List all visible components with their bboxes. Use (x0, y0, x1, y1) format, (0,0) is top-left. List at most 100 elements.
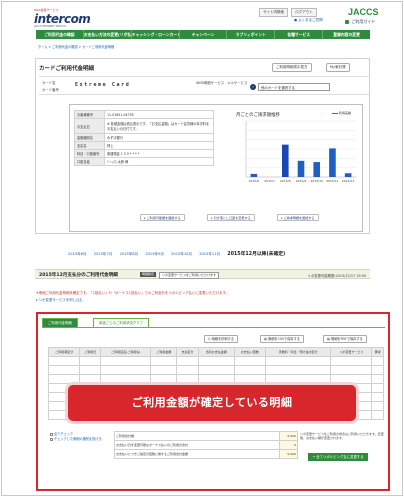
card-name-value: Extreme Card (75, 82, 131, 88)
usage-guide-label: ご利用ガイド (351, 19, 376, 24)
chart-legend: 利用実績 (332, 111, 351, 115)
billing-detail-button[interactable]: ご請求明細を確認する (277, 214, 319, 221)
info-value: 11-01651-04795 (104, 110, 214, 119)
month-tab[interactable]: 2015年11月 (199, 252, 220, 256)
total-label: ご利用合計額 (114, 431, 280, 441)
nav-item-services[interactable]: 各種サービス (275, 30, 324, 39)
tab-statement[interactable]: ご利用代金明細 (42, 318, 78, 327)
info-key: お支払日 (74, 118, 105, 134)
header-buttons: サイト内検索 ログアウト (259, 8, 319, 17)
info-key: 支店名 (74, 141, 105, 150)
month-tab[interactable]: 2015年8月 (120, 252, 139, 256)
faq-link[interactable]: ● よくあるご質問 (294, 18, 323, 23)
intercom-logo[interactable]: Web会員サービス intercom JACCS INTERNET SERVIC… (34, 8, 91, 28)
month-tab[interactable]: 2015年7月 (94, 252, 113, 256)
household-book-button[interactable]: My家計簿 (326, 63, 350, 72)
notify-checked-link[interactable]: チェックした明細の通知を投げる (50, 437, 102, 442)
nav-item-billing[interactable]: ご利用代金の確認 (36, 30, 84, 39)
x-tick-label: 2015/8 (280, 179, 291, 183)
x-tick-label: 2015/9 (296, 179, 307, 183)
change-all-revolving-button[interactable]: → 全てリボルビング払に変更する (308, 453, 368, 461)
total-value: 5,000 (279, 431, 298, 441)
info-value: ｼﾞｬｯｸｽ 太郎 様 (104, 157, 214, 166)
total-value: 0 (279, 440, 298, 450)
arrow-right-icon: › (250, 84, 256, 90)
column-header: ご利用店名(ご利用先) (100, 347, 152, 357)
total-value: 5,000 (279, 449, 298, 459)
checkbox-icon (50, 437, 53, 441)
status-badge: 明細確定 (140, 272, 157, 277)
info-key: 口座名義 (74, 157, 105, 166)
revolving-note: リボ変更サービスをご利用の場合はご利用いただきます。変更後、お支払い額が変更され… (300, 432, 384, 440)
revolving-apply-link[interactable]: ▸ リボ変更サービスを申し込む (36, 297, 83, 302)
print-statement-label: 明細を印刷する (211, 337, 234, 341)
csv-save-button[interactable]: ▤ 明細をCSVで保存する (260, 335, 304, 343)
chart-bar (329, 148, 336, 177)
print-statement-button[interactable]: ⎙ 明細を印刷する (204, 335, 238, 343)
statement-panel: カードご利用代金明細 ご利用明細書の見方 My家計簿 カード名 カード番号 Ex… (35, 58, 370, 234)
table-row: お客様番号 11-01651-04795 (74, 110, 214, 119)
x-tick-label: 2015/6 (249, 179, 260, 183)
pdf-save-button[interactable]: ▤ 明細をPDFで保存する (323, 335, 367, 343)
current-month-tab[interactable]: 2015年12月以降(未確定) (227, 252, 285, 257)
tab-usage-graph[interactable]: 用途ごとのご利用状況グラフ (93, 318, 150, 327)
info-key: 科目・口座番号 (74, 149, 105, 158)
chart-bar (281, 144, 289, 177)
month-tab[interactable]: 2015年9月 (145, 252, 164, 256)
pdf-save-label: 明細をPDFで保存する (331, 337, 363, 341)
chart-bar (344, 173, 352, 177)
table-header-row: ご利用者区分 ご利用日 ご利用店名(ご利用先) ご利用金額 支払区分 当月お支払… (47, 347, 384, 357)
month-tab[interactable]: 2015年10月 (171, 252, 192, 256)
legend-swatch (332, 112, 338, 114)
guide-icon (345, 20, 349, 24)
revolving-deadline: リボ変更可能期間:2015/12/17 19:00 (307, 274, 366, 278)
table-row (47, 356, 384, 366)
available-amount-button[interactable]: ご利用可能額を確認する (140, 214, 185, 221)
x-tick-label: 2015/12 (342, 179, 355, 183)
card-selector-row: カード名 カード番号 Extreme Card WEB明細サービス メルサービス… (39, 76, 369, 95)
card-number-label: カード番号 (42, 88, 59, 92)
jaccs-logo[interactable]: JACCS (348, 7, 379, 17)
table-row: 支店名 押上 (74, 141, 214, 150)
page-title: カードご利用代金明細 (39, 66, 95, 72)
statement-guide-button[interactable]: ご利用明細書の見方 (272, 63, 312, 72)
logout-button[interactable]: ログアウト (291, 8, 317, 17)
nav-item-registration[interactable]: 登録内容の変更 (323, 30, 370, 39)
table-row: 金融機関名 みずほ銀行 (74, 133, 214, 142)
breadcrumb[interactable]: ホーム > ご利用代金の確認 > カードご利用代金明細 (38, 44, 114, 49)
chart-title: 月ごとのご請求額推移 (236, 113, 280, 118)
table-row: お支払い日を変更可能なボーナス払いのご利用の合計 0 (114, 440, 298, 450)
info-value: 普通預金 1 3 5 * * * * (104, 149, 214, 158)
faq-link-label: よくあるご質問 (298, 18, 323, 22)
nav-item-revolving[interactable]: お支払い方法の変更(リボ払い) (84, 30, 132, 39)
totals-table: ご利用合計額 5,000 お支払い日を変更可能なボーナス払いのご利用の合計 0 お支… (114, 431, 298, 459)
page-frame: Web会員サービス intercom JACCS INTERNET SERVIC… (1, 1, 403, 496)
nav-item-points[interactable]: ラブリィポイント (227, 30, 276, 39)
change-account-button[interactable]: 引き落とし口座を変更する (207, 214, 255, 221)
global-nav: ご利用代金の確認 お支払い方法の変更(リボ払い) キャッシング・ローンカード キ… (36, 30, 370, 39)
table-row (47, 374, 384, 384)
notify-checked-label: チェックした明細の通知を投げる (54, 437, 102, 441)
info-value: ※ 各種金額は税込表示です。「お支払金額」はカード会員様の年次料をお支払いの日付… (104, 118, 214, 134)
table-row: お支払日 ※ 各種金額は税込表示です。「お支払金額」はカード会員様の年次料をお支払… (74, 118, 214, 134)
statement-detail-highlight: ご利用代金明細 用途ごとのご利用状況グラフ ⎙ 明細を印刷する ▤ 明細をCSV… (36, 312, 390, 491)
month-tab[interactable]: 2015年6月 (68, 252, 87, 256)
nav-item-campaign[interactable]: キャンペーン (180, 30, 228, 39)
usage-guide-link[interactable]: ご利用ガイド (345, 19, 375, 25)
table-row: 科目・口座番号 普通預金 1 3 5 * * * * (74, 149, 214, 158)
card-name-label: カード名 (42, 81, 56, 85)
column-header: ご利用日 (79, 347, 102, 357)
column-header: 当月お支払金額 (197, 347, 235, 357)
info-value: みずほ銀行 (104, 133, 214, 142)
site-search-button[interactable]: サイト内検索 (259, 8, 288, 17)
check-links: 全てチェック チェックした明細の通知を投げる (50, 432, 102, 442)
checkbox-icon (50, 432, 53, 436)
column-header: お支払い回数 (233, 347, 266, 357)
column-header: 支払区分 (176, 347, 199, 357)
question-icon: ● (294, 18, 298, 22)
column-header: ご利用者区分 (47, 347, 81, 357)
other-card-select[interactable]: 他のカードを選択する (258, 83, 330, 91)
confirmed-statement-callout: ご利用金額が確定している明細 (68, 385, 356, 421)
total-label: お支払い日を変更可能なボーナス払いのご利用の合計 (114, 440, 280, 450)
nav-item-cashing[interactable]: キャッシング・ローンカード (132, 30, 180, 39)
